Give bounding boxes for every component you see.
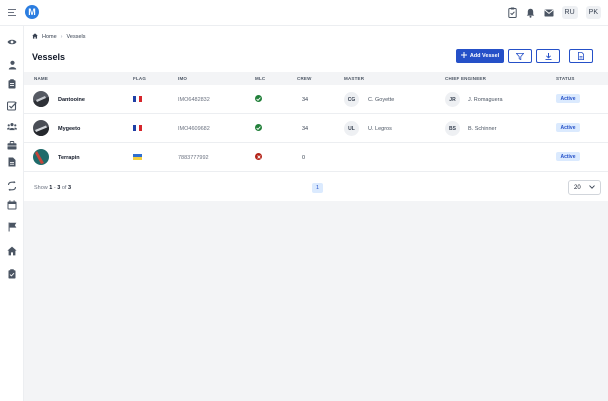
vessel-name[interactable]: Mygeeto	[58, 126, 80, 132]
eye-icon[interactable]	[7, 37, 17, 47]
briefcase-icon[interactable]	[7, 140, 17, 150]
mlc-error-icon	[255, 153, 262, 160]
per-page-value: 20	[574, 184, 581, 191]
chief-engineer-avatar: JR	[445, 92, 460, 107]
master-avatar: CG	[344, 92, 359, 107]
vessel-imo: 7883777992	[178, 155, 209, 161]
vessel-avatar	[33, 120, 49, 136]
check-square-icon[interactable]	[7, 101, 17, 111]
clipboard-list-icon[interactable]	[7, 269, 17, 279]
mlc-check-icon	[255, 95, 262, 102]
header-status[interactable]: STATUS	[556, 76, 575, 81]
show-label: Show	[34, 185, 48, 191]
filter-icon	[515, 47, 525, 65]
flag-france-icon	[133, 125, 142, 131]
master-name: C. Goyette	[368, 97, 395, 103]
pagination-summary: Show 1 - 3 of 3	[34, 185, 71, 191]
chevron-right-icon: ›	[60, 34, 63, 40]
breadcrumb: Home › Vessels	[32, 33, 85, 41]
chief-engineer-avatar: BS	[445, 121, 460, 136]
crew-count: 0	[302, 155, 306, 161]
sidebar	[0, 26, 24, 401]
menu-icon[interactable]	[8, 9, 16, 16]
user-icon[interactable]	[7, 60, 17, 70]
home-icon[interactable]	[7, 246, 17, 256]
vessel-name[interactable]: Terrapin	[58, 155, 80, 161]
filter-button[interactable]	[508, 49, 532, 63]
calendar-icon[interactable]	[7, 200, 17, 210]
status-badge: Active	[556, 152, 580, 161]
total-count: 3	[67, 185, 72, 191]
crew-count: 34	[302, 126, 309, 132]
chief-engineer-name: B. Schinner	[468, 126, 497, 132]
plus-icon	[460, 52, 467, 60]
document-icon	[578, 47, 584, 65]
table-row[interactable]: Mygeeto IMO4609682 34 UL U. Legros BS B.…	[24, 114, 608, 143]
vessel-name[interactable]: Dantooine	[58, 97, 85, 103]
language-pk[interactable]: PK	[585, 6, 601, 19]
status-badge: Active	[556, 123, 580, 132]
flag-ukraine-icon	[133, 154, 142, 160]
header-name[interactable]: NAME	[34, 76, 48, 81]
export-document-button[interactable]	[569, 49, 593, 63]
chevron-down-icon	[589, 184, 595, 191]
top-bar: M RU PK	[0, 0, 608, 26]
mail-icon[interactable]	[544, 7, 554, 19]
language-ru[interactable]: RU	[561, 6, 578, 19]
page-title: Vessels	[32, 52, 66, 62]
app-logo[interactable]: M	[25, 5, 39, 19]
breadcrumb-home[interactable]: Home	[42, 34, 57, 40]
crew-count: 34	[302, 97, 309, 103]
header-mlc[interactable]: MLC	[255, 76, 265, 81]
chief-engineer-name: J. Romaguera	[468, 97, 503, 103]
vessel-avatar	[33, 91, 49, 107]
vessel-imo: IMO4609682	[178, 126, 210, 132]
mlc-check-icon	[255, 124, 262, 131]
home-icon[interactable]	[32, 33, 38, 41]
download-icon	[545, 47, 552, 65]
table-row[interactable]: Dantooine IMO6482832 34 CG C. Goyette JR…	[24, 85, 608, 114]
header-imo[interactable]: IMO	[178, 76, 187, 81]
document-icon[interactable]	[7, 157, 17, 167]
repeat-icon[interactable]	[7, 181, 17, 191]
header-master[interactable]: MASTER	[344, 76, 364, 81]
table-row[interactable]: Terrapin 7883777992 0 Active	[24, 143, 608, 172]
flag-france-icon	[133, 96, 142, 102]
table-header: NAME FLAG IMO MLC CREW MASTER CHIEF ENGI…	[24, 72, 608, 85]
header-chief-engineer[interactable]: CHIEF ENGINEER	[445, 76, 486, 81]
vessels-panel: Home › Vessels Vessels Add Vessel NAME F…	[24, 26, 608, 201]
master-name: U. Legros	[368, 126, 392, 132]
users-icon[interactable]	[7, 121, 17, 131]
vessel-imo: IMO6482832	[178, 97, 210, 103]
bell-icon[interactable]	[526, 7, 536, 19]
vessel-avatar	[33, 149, 49, 165]
master-avatar: UL	[344, 121, 359, 136]
of-label: of	[60, 185, 68, 191]
header-flag[interactable]: FLAG	[133, 76, 146, 81]
breadcrumb-current: Vessels	[66, 34, 86, 40]
clipboard-icon[interactable]	[7, 79, 17, 89]
per-page-select[interactable]: 20	[568, 180, 601, 195]
download-button[interactable]	[536, 49, 560, 63]
pagination-page-1[interactable]: 1	[312, 183, 323, 193]
add-vessel-button[interactable]: Add Vessel	[456, 49, 504, 63]
header-crew[interactable]: CREW	[297, 76, 312, 81]
add-vessel-label: Add Vessel	[469, 53, 500, 59]
status-badge: Active	[556, 94, 580, 103]
clipboard-check-icon[interactable]	[508, 7, 518, 19]
flag-icon[interactable]	[7, 222, 17, 232]
top-actions: RU PK	[508, 6, 601, 19]
